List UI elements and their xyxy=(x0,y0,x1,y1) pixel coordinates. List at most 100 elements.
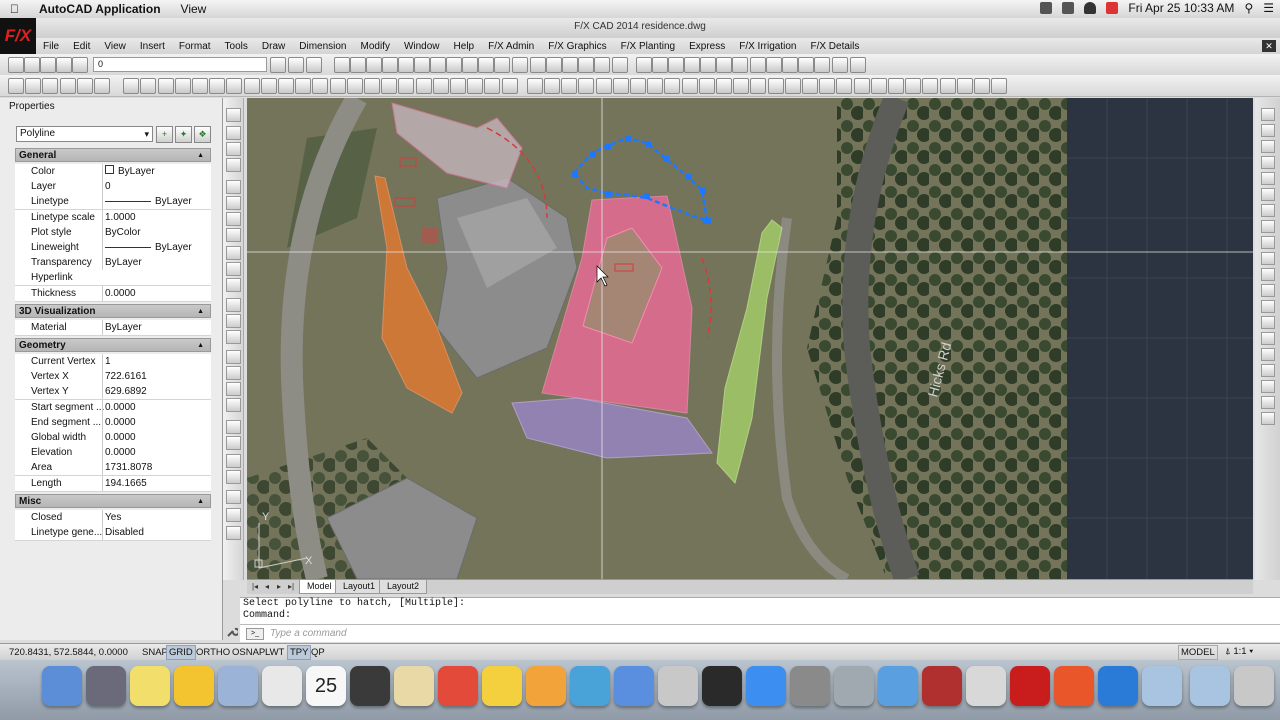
menu-tools[interactable]: Tools xyxy=(218,41,255,52)
tool-icon[interactable] xyxy=(226,508,241,522)
menu-f-x-planting[interactable]: F/X Planting xyxy=(614,41,682,52)
chrome-icon[interactable] xyxy=(262,666,302,706)
menu-insert[interactable]: Insert xyxy=(133,41,172,52)
record-icon[interactable] xyxy=(1106,2,1119,14)
toolbar-button-icon[interactable] xyxy=(544,78,560,94)
toolbar-button-icon[interactable] xyxy=(526,78,543,94)
property-value[interactable]: ByLayer xyxy=(102,255,213,271)
toolbar-button-icon[interactable] xyxy=(561,78,578,94)
toolbar-button-icon[interactable] xyxy=(698,78,715,94)
tool-icon[interactable] xyxy=(1261,284,1275,297)
property-row[interactable]: Transparency ByLayer xyxy=(15,255,213,272)
command-history-toggle-icon[interactable]: >_ xyxy=(246,628,264,640)
toolbar-button-icon[interactable] xyxy=(850,57,866,73)
tool-icon[interactable] xyxy=(226,314,241,328)
sketchup-icon[interactable] xyxy=(438,666,478,706)
toolbar-button-icon[interactable] xyxy=(732,57,748,73)
tool-icon[interactable] xyxy=(1261,300,1275,313)
wifi-icon[interactable] xyxy=(1084,2,1097,14)
toolbar-button-icon[interactable] xyxy=(594,57,610,73)
preview-icon[interactable] xyxy=(218,666,258,706)
toolbar-button-icon[interactable] xyxy=(733,78,750,94)
tool-icon[interactable] xyxy=(1261,220,1275,233)
property-row[interactable]: Current Vertex 1 xyxy=(15,354,211,370)
toolbar-button-icon[interactable] xyxy=(381,78,398,94)
property-row[interactable]: Linetype ByLayer xyxy=(15,194,211,211)
fx-cad-icon[interactable] xyxy=(1010,666,1050,706)
toolbar-button-icon[interactable] xyxy=(8,57,24,73)
menubar-clock[interactable]: Fri Apr 25 10:33 AM xyxy=(1128,1,1234,15)
property-row[interactable]: End segment ... 0.0000 xyxy=(15,414,211,431)
tool-icon[interactable] xyxy=(226,262,241,276)
network-utility-icon[interactable] xyxy=(834,666,874,706)
object-type-dropdown[interactable]: Polyline xyxy=(16,126,153,142)
tool-icon[interactable] xyxy=(226,180,241,194)
notification-icon[interactable]: ☰ xyxy=(1263,1,1274,15)
tool-icon[interactable] xyxy=(226,526,241,540)
drawing-canvas[interactable]: Hicks Rd Y X xyxy=(247,98,1253,579)
menu-help[interactable]: Help xyxy=(447,41,482,52)
toolbar-button-icon[interactable] xyxy=(329,78,346,94)
toolbar-button-icon[interactable] xyxy=(836,78,853,94)
toolbar-button-icon[interactable] xyxy=(798,57,814,73)
menu-draw[interactable]: Draw xyxy=(255,41,292,52)
property-row[interactable]: Lineweight ByLayer xyxy=(15,240,211,256)
toolbar-button-icon[interactable] xyxy=(226,78,243,94)
layer-dropdown[interactable]: 0 xyxy=(93,57,267,72)
toolbar-button-icon[interactable] xyxy=(364,78,380,94)
finder-icon[interactable] xyxy=(42,666,82,706)
toolbar-button-icon[interactable] xyxy=(157,78,174,94)
app-menu-name[interactable]: AutoCAD Application xyxy=(29,2,171,16)
toolbar-button-icon[interactable] xyxy=(494,57,510,73)
toolbar-button-icon[interactable] xyxy=(578,78,595,94)
apple-icon[interactable]:  xyxy=(0,2,29,16)
toolbar-button-icon[interactable] xyxy=(414,57,430,73)
itunes-icon[interactable] xyxy=(614,666,654,706)
menu-f-x-irrigation[interactable]: F/X Irrigation xyxy=(732,41,803,52)
tool-icon[interactable] xyxy=(226,126,241,140)
toolbar-button-icon[interactable] xyxy=(398,78,415,94)
toolbar-button-icon[interactable] xyxy=(595,78,612,94)
tool-icon[interactable] xyxy=(1261,188,1275,201)
property-row[interactable]: Linetype scale 1.0000 xyxy=(15,209,211,226)
downloads-icon[interactable] xyxy=(1190,666,1230,706)
toolbar-button-icon[interactable] xyxy=(432,78,449,94)
toolbar-button-icon[interactable] xyxy=(562,57,578,73)
section-geometry[interactable]: Geometry xyxy=(15,338,211,353)
tool-icon[interactable] xyxy=(226,436,241,450)
tool-icon[interactable] xyxy=(226,108,241,122)
tool-icon[interactable] xyxy=(226,490,241,504)
menu-file[interactable]: File xyxy=(36,41,66,52)
annotation-scale[interactable]: ⍋ 1:1 ▾ xyxy=(1225,645,1253,658)
trash-icon[interactable] xyxy=(1234,666,1274,706)
tool-icon[interactable] xyxy=(226,212,241,226)
ifx-icon[interactable] xyxy=(526,666,566,706)
prev-tab-icon[interactable]: ◂ xyxy=(262,582,272,592)
tool-icon[interactable] xyxy=(1261,172,1275,185)
property-row[interactable]: Start segment ... 0.0000 xyxy=(15,399,211,416)
tab-layout2[interactable]: Layout2 xyxy=(379,580,428,594)
property-row[interactable]: Closed Yes xyxy=(15,509,211,526)
menu-f-x-details[interactable]: F/X Details xyxy=(803,41,866,52)
toolbar-button-icon[interactable] xyxy=(288,57,304,73)
tool-icon[interactable] xyxy=(226,398,241,412)
toolbar-button-icon[interactable] xyxy=(832,57,848,73)
first-tab-icon[interactable]: |◂ xyxy=(250,582,260,592)
tool-icon[interactable] xyxy=(1261,348,1275,361)
toolbar-button-icon[interactable] xyxy=(484,78,501,94)
toolbar-button-icon[interactable] xyxy=(398,57,414,73)
close-icon[interactable]: ✕ xyxy=(1262,40,1276,52)
tool-icon[interactable] xyxy=(1261,140,1275,153)
stickies-icon[interactable] xyxy=(130,666,170,706)
toggle-pickadd-icon[interactable]: + xyxy=(156,126,173,143)
property-value[interactable]: 0 xyxy=(102,179,213,195)
tool-icon[interactable] xyxy=(226,142,241,156)
battery-icon[interactable] xyxy=(1062,2,1075,14)
tool-icon[interactable] xyxy=(226,420,241,434)
property-row[interactable]: Vertex Y 629.6892 xyxy=(15,384,211,401)
toolbar-button-icon[interactable] xyxy=(295,78,312,94)
tool-icon[interactable] xyxy=(226,366,241,380)
calendar-icon[interactable]: 25 xyxy=(306,666,346,706)
status-toggle-grid[interactable]: GRID xyxy=(166,645,196,660)
photo-booth-icon[interactable] xyxy=(922,666,962,706)
